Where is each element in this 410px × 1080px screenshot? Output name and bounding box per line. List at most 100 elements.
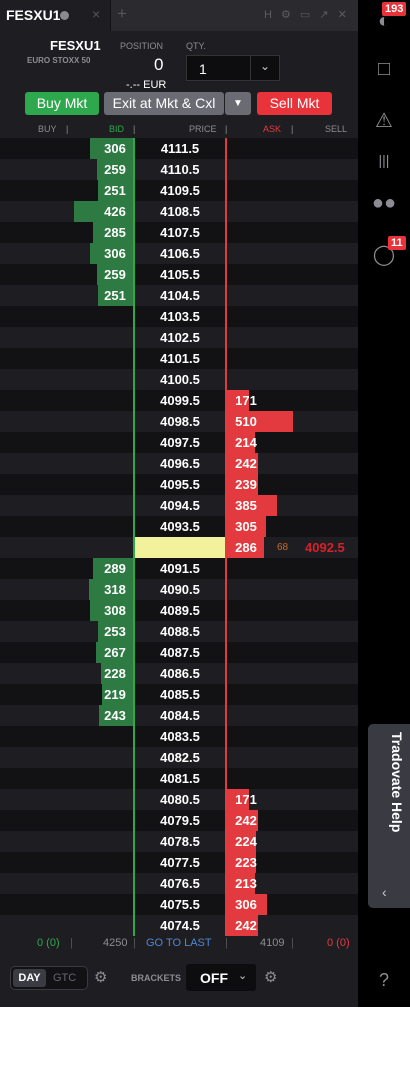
- price-level[interactable]: 4101.5: [135, 351, 225, 366]
- ladder-row[interactable]: 4099.5 171: [0, 390, 358, 411]
- price-level[interactable]: 4104.5: [135, 288, 225, 303]
- price-level[interactable]: 4103.5: [135, 309, 225, 324]
- time-in-force-toggle[interactable]: DAY GTC: [10, 966, 88, 990]
- price-level[interactable]: 4100.5: [135, 372, 225, 387]
- ladder-row[interactable]: 4100.5: [0, 369, 358, 390]
- ladder-row[interactable]: 253 4088.5: [0, 621, 358, 642]
- price-level[interactable]: 4080.5: [135, 792, 225, 807]
- price-level[interactable]: 4087.5: [135, 645, 225, 660]
- price-level[interactable]: 4105.5: [135, 267, 225, 282]
- ladder-row[interactable]: 4101.5: [0, 348, 358, 369]
- price-level[interactable]: 4078.5: [135, 834, 225, 849]
- ladder-row[interactable]: 4094.5 385: [0, 495, 358, 516]
- chevron-down-icon[interactable]: ⌄: [260, 59, 270, 73]
- exit-options-chevron-icon[interactable]: ▼: [225, 92, 251, 115]
- ladder-row[interactable]: 4077.5 223: [0, 852, 358, 873]
- ladder-row[interactable]: 267 4087.5: [0, 642, 358, 663]
- ladder-row[interactable]: 306 4106.5: [0, 243, 358, 264]
- ladder-row[interactable]: 228 4086.5: [0, 663, 358, 684]
- ladder-row[interactable]: 4096.5 242: [0, 453, 358, 474]
- price-level[interactable]: 4108.5: [135, 204, 225, 219]
- price-level[interactable]: 4106.5: [135, 246, 225, 261]
- price-ladder[interactable]: 306 4111.5 259 4110.5 251 4109.5 426 4108.5 285 4…: [0, 138, 358, 936]
- price-level[interactable]: 4089.5: [135, 603, 225, 618]
- ladder-row[interactable]: 4074.5 242: [0, 915, 358, 936]
- price-level[interactable]: 4081.5: [135, 771, 225, 786]
- price-level[interactable]: 4096.5: [135, 456, 225, 471]
- price-level[interactable]: 4093.5: [135, 519, 225, 534]
- ladder-row[interactable]: 259 4105.5: [0, 264, 358, 285]
- ladder-row[interactable]: 4093.5 305: [0, 516, 358, 537]
- ladder-row[interactable]: 259 4110.5: [0, 159, 358, 180]
- ladder-row[interactable]: 306 4111.5: [0, 138, 358, 159]
- ladder-row[interactable]: 318 4090.5: [0, 579, 358, 600]
- ladder-row[interactable]: 4080.5 171: [0, 789, 358, 810]
- buy-market-button[interactable]: Buy Mkt: [25, 92, 99, 115]
- ladder-row[interactable]: 4103.5: [0, 306, 358, 327]
- price-level[interactable]: 4084.5: [135, 708, 225, 723]
- price-level[interactable]: 4099.5: [135, 393, 225, 408]
- tab-fesxu1[interactable]: FESXU1 ×: [0, 0, 111, 31]
- ladder-row[interactable]: 4097.5 214: [0, 432, 358, 453]
- price-level[interactable]: 4085.5: [135, 687, 225, 702]
- chevron-left-icon[interactable]: ‹: [382, 884, 387, 900]
- ladder-row[interactable]: 243 4084.5: [0, 705, 358, 726]
- ladder-row[interactable]: 4076.5 213: [0, 873, 358, 894]
- price-level[interactable]: 4083.5: [135, 729, 225, 744]
- chat-icon[interactable]: □: [358, 58, 410, 81]
- ladder-row[interactable]: 68 4092.5 286: [0, 537, 358, 558]
- brackets-select[interactable]: OFF ⌄: [186, 964, 256, 991]
- price-level[interactable]: 4077.5: [135, 855, 225, 870]
- gtc-option[interactable]: GTC: [53, 969, 76, 987]
- chevron-down-icon[interactable]: ⌄: [238, 969, 247, 982]
- price-level[interactable]: 4075.5: [135, 897, 225, 912]
- close-tab-icon[interactable]: ×: [92, 6, 100, 22]
- sell-market-button[interactable]: Sell Mkt: [257, 92, 332, 115]
- question-icon[interactable]: ?: [358, 970, 410, 991]
- price-level[interactable]: 4074.5: [135, 918, 225, 933]
- price-level[interactable]: 4097.5: [135, 435, 225, 450]
- ladder-row[interactable]: 285 4107.5: [0, 222, 358, 243]
- price-level[interactable]: 4109.5: [135, 183, 225, 198]
- ladder-row[interactable]: 289 4091.5: [0, 558, 358, 579]
- gear-icon[interactable]: ⚙: [94, 968, 107, 986]
- ladder-row[interactable]: 219 4085.5: [0, 684, 358, 705]
- price-level[interactable]: 4090.5: [135, 582, 225, 597]
- price-level[interactable]: 4082.5: [135, 750, 225, 765]
- ladder-row[interactable]: 4078.5 224: [0, 831, 358, 852]
- gear-icon[interactable]: ⚙: [264, 968, 277, 986]
- ladder-row[interactable]: 4081.5: [0, 768, 358, 789]
- ladder-row[interactable]: 426 4108.5: [0, 201, 358, 222]
- tradovate-help-tab[interactable]: Tradovate Help ‹: [368, 724, 410, 908]
- ladder-row[interactable]: 4079.5 242: [0, 810, 358, 831]
- price-level[interactable]: 4094.5: [135, 498, 225, 513]
- ladder-row[interactable]: 4098.5 510: [0, 411, 358, 432]
- exit-at-market-button[interactable]: Exit at Mkt & Cxl: [104, 92, 224, 115]
- price-level[interactable]: 4098.5: [135, 414, 225, 429]
- price-level[interactable]: 4102.5: [135, 330, 225, 345]
- community-icon[interactable]: ●●: [358, 192, 410, 215]
- warning-icon[interactable]: ⚠: [358, 108, 410, 133]
- quantity-select[interactable]: 1 ⌄: [186, 55, 280, 81]
- price-level[interactable]: 4091.5: [135, 561, 225, 576]
- price-level[interactable]: 4107.5: [135, 225, 225, 240]
- ladder-row[interactable]: 308 4089.5: [0, 600, 358, 621]
- ladder-view-icon[interactable]: |||: [358, 152, 410, 168]
- go-to-last-link[interactable]: GO TO LAST: [146, 937, 212, 949]
- price-level[interactable]: 4076.5: [135, 876, 225, 891]
- last-price-cell[interactable]: 68 4092.5: [135, 537, 345, 558]
- ladder-row[interactable]: 251 4104.5: [0, 285, 358, 306]
- price-level[interactable]: 4086.5: [135, 666, 225, 681]
- ladder-row[interactable]: 4075.5 306: [0, 894, 358, 915]
- price-level[interactable]: 4111.5: [135, 141, 225, 156]
- price-level[interactable]: 4110.5: [135, 162, 225, 177]
- price-level[interactable]: 4079.5: [135, 813, 225, 828]
- price-level[interactable]: 4088.5: [135, 624, 225, 639]
- ladder-row[interactable]: 4083.5: [0, 726, 358, 747]
- window-tools-icons[interactable]: H ⚙ ▭ ↗ ✕: [264, 8, 350, 21]
- ladder-row[interactable]: 4095.5 239: [0, 474, 358, 495]
- ladder-row[interactable]: 4082.5: [0, 747, 358, 768]
- price-level[interactable]: 4095.5: [135, 477, 225, 492]
- ladder-row[interactable]: 251 4109.5: [0, 180, 358, 201]
- ladder-row[interactable]: 4102.5: [0, 327, 358, 348]
